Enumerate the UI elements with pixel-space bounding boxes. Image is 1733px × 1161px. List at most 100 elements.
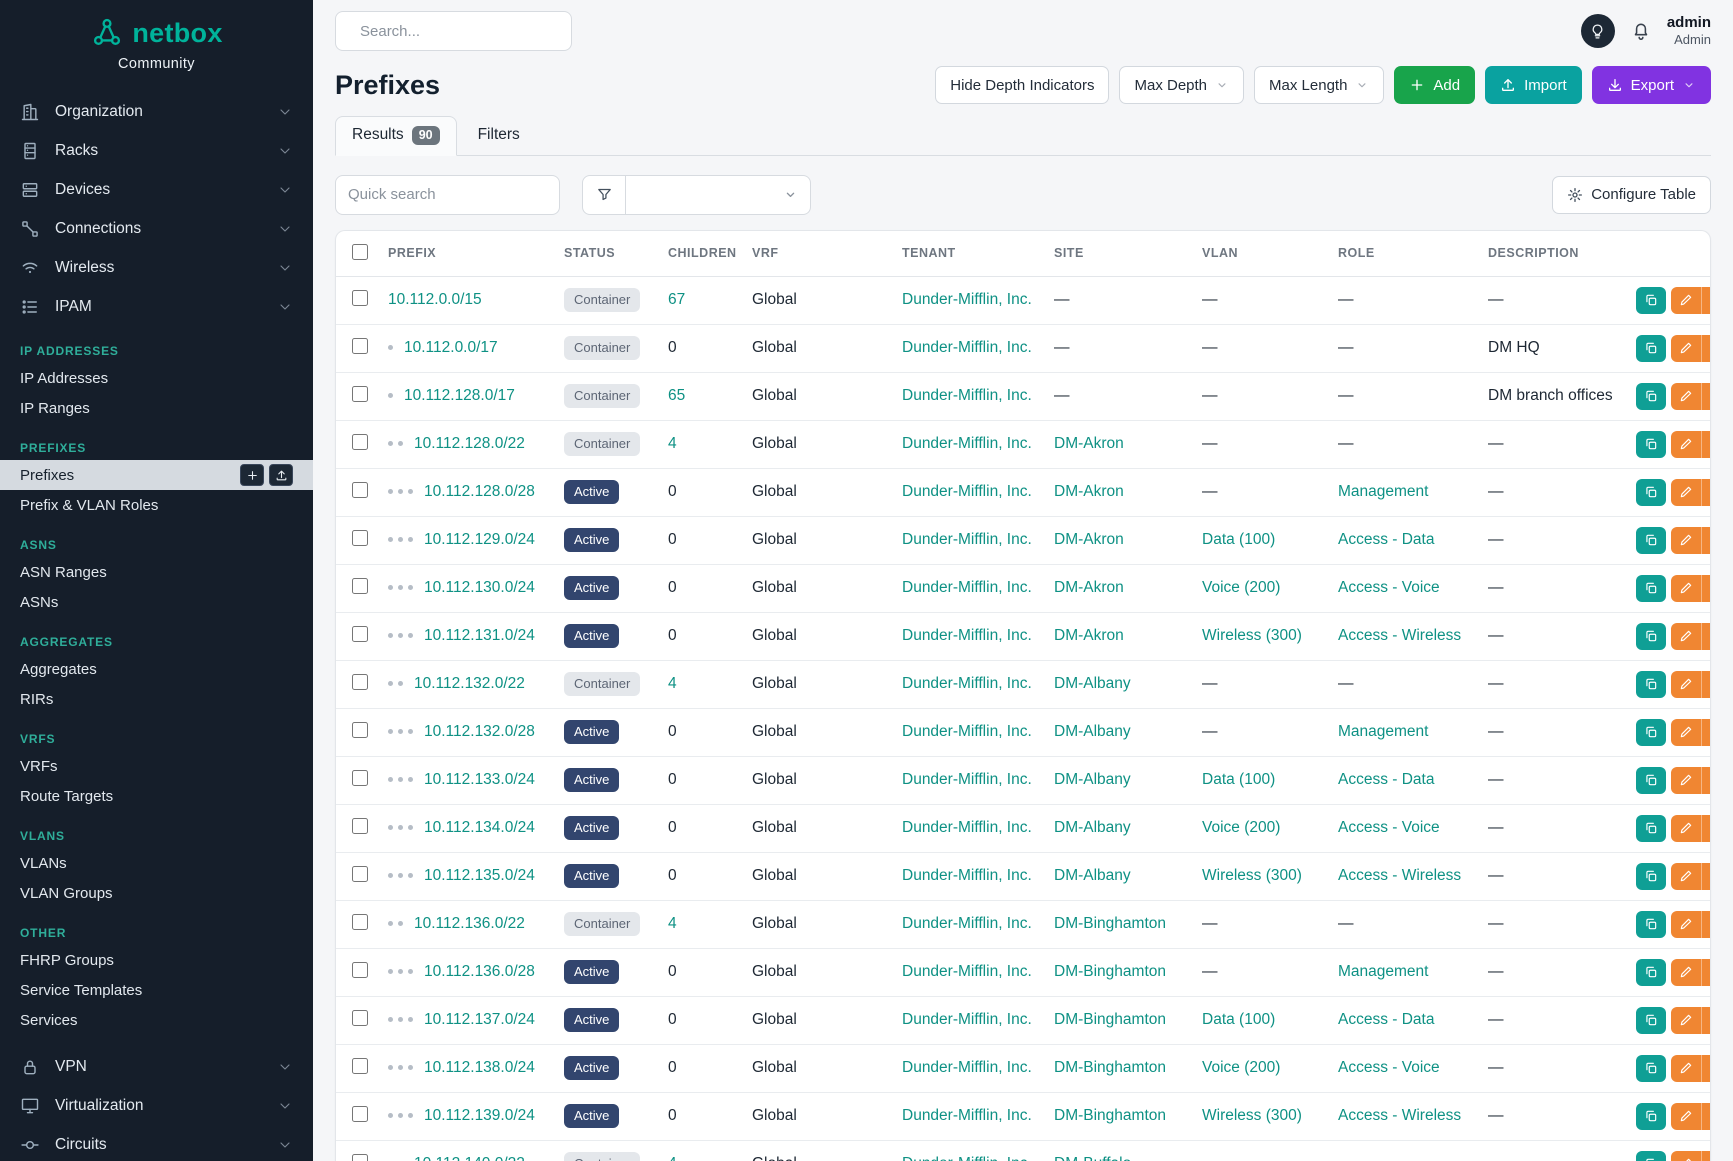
edit-button[interactable] <box>1671 815 1701 842</box>
column-header-status[interactable]: STATUS <box>554 231 658 277</box>
filter-button[interactable] <box>582 175 626 215</box>
prefix-link[interactable]: 10.112.0.0/15 <box>388 291 482 308</box>
vlan-link[interactable]: Wireless (300) <box>1202 1107 1302 1124</box>
edit-button[interactable] <box>1671 911 1701 938</box>
site-link[interactable]: DM-Buffalo <box>1054 1155 1131 1161</box>
row-checkbox[interactable] <box>352 722 368 738</box>
site-link[interactable]: DM-Binghamton <box>1054 1059 1166 1076</box>
row-checkbox[interactable] <box>352 1106 368 1122</box>
prefix-link[interactable]: 10.112.133.0/24 <box>424 771 535 788</box>
edit-button[interactable] <box>1671 1007 1701 1034</box>
role-link[interactable]: Access - Data <box>1338 1011 1434 1028</box>
tab-filters[interactable]: Filters <box>461 116 537 156</box>
prefix-link[interactable]: 10.112.128.0/28 <box>424 483 535 500</box>
tenant-link[interactable]: Dunder-Mifflin, Inc. <box>902 291 1032 308</box>
edit-button[interactable] <box>1671 623 1701 650</box>
copy-button[interactable] <box>1636 767 1666 794</box>
edit-dropdown-button[interactable] <box>1701 719 1710 746</box>
row-checkbox[interactable] <box>352 962 368 978</box>
row-checkbox[interactable] <box>352 674 368 690</box>
site-link[interactable]: DM-Binghamton <box>1054 1011 1166 1028</box>
row-checkbox[interactable] <box>352 914 368 930</box>
copy-button[interactable] <box>1636 479 1666 506</box>
edit-button[interactable] <box>1671 335 1701 362</box>
site-link[interactable]: DM-Akron <box>1054 483 1124 500</box>
prefix-link[interactable]: 10.112.128.0/17 <box>404 387 515 404</box>
site-link[interactable]: DM-Albany <box>1054 723 1131 740</box>
prefix-link[interactable]: 10.112.138.0/24 <box>424 1059 535 1076</box>
row-checkbox[interactable] <box>352 338 368 354</box>
edit-dropdown-button[interactable] <box>1701 287 1710 314</box>
sidebar-item-ip-addresses[interactable]: IP Addresses <box>0 363 313 393</box>
row-checkbox[interactable] <box>352 1058 368 1074</box>
role-link[interactable]: Access - Data <box>1338 531 1434 548</box>
edit-button[interactable] <box>1671 1055 1701 1082</box>
tenant-link[interactable]: Dunder-Mifflin, Inc. <box>902 1155 1032 1161</box>
edit-dropdown-button[interactable] <box>1701 1103 1710 1130</box>
role-link[interactable]: Access - Voice <box>1338 819 1440 836</box>
row-checkbox[interactable] <box>352 578 368 594</box>
copy-button[interactable] <box>1636 287 1666 314</box>
edit-dropdown-button[interactable] <box>1701 383 1710 410</box>
prefix-link[interactable]: 10.112.132.0/22 <box>414 675 525 692</box>
copy-button[interactable] <box>1636 863 1666 890</box>
site-link[interactable]: DM-Albany <box>1054 819 1131 836</box>
edit-dropdown-button[interactable] <box>1701 959 1710 986</box>
sidebar-item-vpn[interactable]: VPN <box>0 1047 313 1086</box>
notifications-button[interactable] <box>1630 20 1652 42</box>
copy-button[interactable] <box>1636 383 1666 410</box>
tenant-link[interactable]: Dunder-Mifflin, Inc. <box>902 531 1032 548</box>
sidebar-item-ipam[interactable]: IPAM <box>0 287 313 326</box>
prefix-link[interactable]: 10.112.136.0/28 <box>424 963 535 980</box>
role-link[interactable]: Access - Voice <box>1338 1059 1440 1076</box>
sidebar-item-prefixes[interactable]: Prefixes <box>0 460 313 490</box>
copy-button[interactable] <box>1636 671 1666 698</box>
sidebar-item-vlans[interactable]: VLANs <box>0 848 313 878</box>
edit-dropdown-button[interactable] <box>1701 815 1710 842</box>
edit-dropdown-button[interactable] <box>1701 671 1710 698</box>
role-link[interactable]: Access - Wireless <box>1338 867 1461 884</box>
edit-button[interactable] <box>1671 1103 1701 1130</box>
copy-button[interactable] <box>1636 623 1666 650</box>
role-link[interactable]: Access - Voice <box>1338 579 1440 596</box>
row-checkbox[interactable] <box>352 866 368 882</box>
tenant-link[interactable]: Dunder-Mifflin, Inc. <box>902 819 1032 836</box>
copy-button[interactable] <box>1636 1055 1666 1082</box>
sidebar-item-services[interactable]: Services <box>0 1005 313 1035</box>
column-header-prefix[interactable]: PREFIX <box>378 231 554 277</box>
sidebar-item-virtualization[interactable]: Virtualization <box>0 1086 313 1125</box>
row-checkbox[interactable] <box>352 290 368 306</box>
column-header-description[interactable]: DESCRIPTION <box>1478 231 1626 277</box>
add-button[interactable]: Add <box>1394 66 1475 104</box>
select-all-checkbox[interactable] <box>352 244 368 260</box>
sidebar-item-asns[interactable]: ASNs <box>0 587 313 617</box>
prefix-link[interactable]: 10.112.134.0/24 <box>424 819 535 836</box>
prefix-link[interactable]: 10.112.137.0/24 <box>424 1011 535 1028</box>
tenant-link[interactable]: Dunder-Mifflin, Inc. <box>902 627 1032 644</box>
tenant-link[interactable]: Dunder-Mifflin, Inc. <box>902 483 1032 500</box>
edit-dropdown-button[interactable] <box>1701 623 1710 650</box>
site-link[interactable]: DM-Akron <box>1054 435 1124 452</box>
role-link[interactable]: Management <box>1338 723 1428 740</box>
edit-button[interactable] <box>1671 575 1701 602</box>
row-checkbox[interactable] <box>352 1010 368 1026</box>
tenant-link[interactable]: Dunder-Mifflin, Inc. <box>902 771 1032 788</box>
hide-depth-indicators-button[interactable]: Hide Depth Indicators <box>935 66 1109 104</box>
edit-button[interactable] <box>1671 719 1701 746</box>
column-header-children[interactable]: CHILDREN <box>658 231 742 277</box>
max-depth-dropdown[interactable]: Max Depth <box>1119 66 1244 104</box>
vlan-link[interactable]: Voice (200) <box>1202 579 1280 596</box>
edit-dropdown-button[interactable] <box>1701 479 1710 506</box>
row-checkbox[interactable] <box>352 1154 368 1161</box>
edit-dropdown-button[interactable] <box>1701 1055 1710 1082</box>
column-header-vlan[interactable]: VLAN <box>1192 231 1328 277</box>
site-link[interactable]: DM-Albany <box>1054 867 1131 884</box>
prefix-link[interactable]: 10.112.0.0/17 <box>404 339 498 356</box>
prefixes-quick-add-button[interactable] <box>240 464 264 486</box>
max-length-dropdown[interactable]: Max Length <box>1254 66 1384 104</box>
row-checkbox[interactable] <box>352 434 368 450</box>
prefix-link[interactable]: 10.112.139.0/24 <box>424 1107 535 1124</box>
sidebar-item-route-targets[interactable]: Route Targets <box>0 781 313 811</box>
site-link[interactable]: DM-Binghamton <box>1054 963 1166 980</box>
prefix-link[interactable]: 10.112.132.0/28 <box>424 723 535 740</box>
